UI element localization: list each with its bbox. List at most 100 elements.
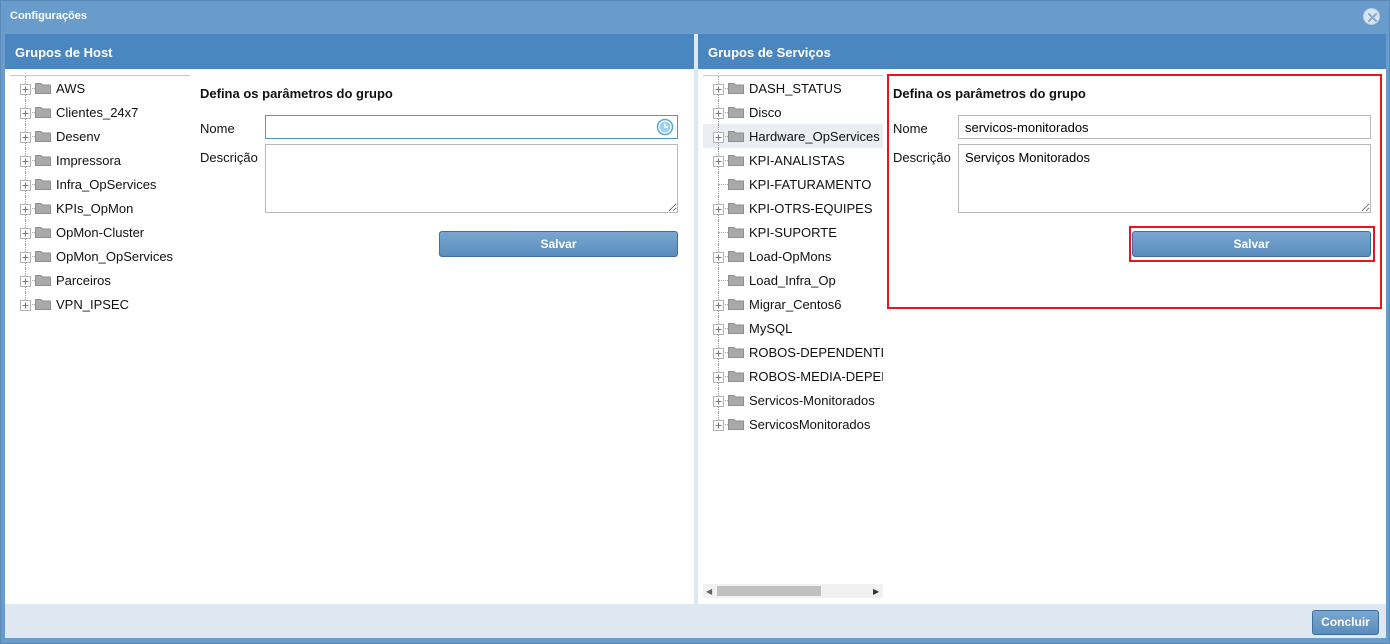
- tree-item[interactable]: Infra_OpServices: [10, 172, 190, 196]
- description-field[interactable]: [265, 144, 678, 213]
- folder-icon: [728, 250, 744, 262]
- expand-plus-icon[interactable]: [713, 395, 724, 407]
- scroll-right-icon[interactable]: ▶: [873, 587, 879, 596]
- tree-item[interactable]: Servicos-Monitorados: [703, 388, 883, 412]
- close-icon[interactable]: [1363, 8, 1380, 25]
- folder-icon: [728, 130, 744, 142]
- tree-item[interactable]: OpMon-Cluster: [10, 220, 190, 244]
- folder-icon: [35, 154, 51, 166]
- tree-item[interactable]: Load-OpMons: [703, 244, 883, 268]
- tree-item[interactable]: Disco: [703, 100, 883, 124]
- tree-item[interactable]: ServicosMonitorados: [703, 412, 883, 436]
- folder-icon: [728, 82, 744, 94]
- tree-item[interactable]: Desenv: [10, 124, 190, 148]
- service-groups-title: Grupos de Serviços: [708, 45, 831, 60]
- window-title: Configurações: [10, 10, 88, 22]
- expand-plus-icon[interactable]: [20, 107, 31, 119]
- save-button[interactable]: Salvar: [439, 231, 678, 257]
- tree-item-label: KPI-OTRS-EQUIPES: [749, 201, 873, 216]
- tree-item-label: Servicos-Monitorados: [749, 393, 875, 408]
- tree-item[interactable]: Migrar_Centos6: [703, 292, 883, 316]
- tree-item[interactable]: Parceiros: [10, 268, 190, 292]
- folder-icon: [728, 394, 744, 406]
- tree-horizontal-scrollbar[interactable]: ◀ ▶: [703, 584, 883, 598]
- host-groups-title: Grupos de Host: [15, 45, 113, 60]
- folder-icon: [728, 226, 744, 238]
- form-highlight-box: [887, 74, 1382, 309]
- expand-plus-icon[interactable]: [713, 251, 724, 263]
- scrollbar-thumb[interactable]: [717, 586, 821, 596]
- window-titlebar: Configurações: [1, 1, 1390, 31]
- service-groups-tree: DASH_STATUS Disco Hardware_OpServices KPI-A…: [703, 75, 883, 595]
- tree-item-label: Load-OpMons: [749, 249, 832, 264]
- expand-plus-icon[interactable]: [713, 371, 724, 383]
- window-body: Grupos de Host AWS Clientes_24x7 Desenv Imp…: [5, 34, 1386, 638]
- expand-plus-icon[interactable]: [20, 203, 31, 215]
- expand-plus-icon[interactable]: [20, 83, 31, 95]
- host-groups-header: Grupos de Host: [5, 34, 694, 69]
- scroll-left-icon[interactable]: ◀: [706, 587, 712, 596]
- expand-plus-icon[interactable]: [20, 179, 31, 191]
- expand-plus-icon[interactable]: [20, 227, 31, 239]
- tree-item-label: Impressora: [56, 153, 122, 168]
- tree-item[interactable]: Clientes_24x7: [10, 100, 190, 124]
- tree-item-label: ROBOS-DEPENDENTI: [749, 345, 883, 360]
- expand-plus-icon[interactable]: [20, 155, 31, 167]
- expand-plus-icon[interactable]: [713, 131, 724, 143]
- folder-icon: [728, 298, 744, 310]
- tree-item[interactable]: KPI-OTRS-EQUIPES: [703, 196, 883, 220]
- tree-item[interactable]: ROBOS-DEPENDENTI: [703, 340, 883, 364]
- tree-item-label: Load_Infra_Op: [749, 273, 836, 288]
- dialog-footer: Concluir: [5, 604, 1386, 638]
- tree-item[interactable]: ROBOS-MEDIA-DEPEI: [703, 364, 883, 388]
- tree-item-label: KPI-SUPORTE: [749, 225, 837, 240]
- tree-item-label: Desenv: [56, 129, 101, 144]
- tree-item[interactable]: Impressora: [10, 148, 190, 172]
- expand-plus-icon[interactable]: [713, 299, 724, 311]
- folder-icon: [728, 202, 744, 214]
- folder-icon: [728, 346, 744, 358]
- folder-icon: [35, 106, 51, 118]
- conclude-button[interactable]: Concluir: [1312, 610, 1379, 635]
- tree-item-label: VPN_IPSEC: [56, 297, 129, 312]
- tree-item[interactable]: Load_Infra_Op: [703, 268, 883, 292]
- description-label: Descrição: [200, 150, 258, 165]
- folder-icon: [728, 322, 744, 334]
- folder-icon: [35, 130, 51, 142]
- expand-plus-icon[interactable]: [713, 155, 724, 167]
- expand-plus-icon[interactable]: [713, 419, 724, 431]
- tree-item-label: Hardware_OpServices: [749, 129, 880, 144]
- name-input[interactable]: [265, 115, 678, 139]
- tree-item[interactable]: KPIs_OpMon: [10, 196, 190, 220]
- tree-item[interactable]: AWS: [10, 76, 190, 100]
- tree-item[interactable]: MySQL: [703, 316, 883, 340]
- expand-plus-icon[interactable]: [713, 107, 724, 119]
- expand-plus-icon[interactable]: [20, 299, 31, 311]
- tree-item[interactable]: VPN_IPSEC: [10, 292, 190, 316]
- expand-plus-icon[interactable]: [713, 83, 724, 95]
- tree-item[interactable]: OpMon_OpServices: [10, 244, 190, 268]
- tree-item[interactable]: KPI-ANALISTAS: [703, 148, 883, 172]
- tree-item[interactable]: KPI-SUPORTE: [703, 220, 883, 244]
- tree-item[interactable]: Hardware_OpServices: [703, 124, 883, 148]
- form-title: Defina os parâmetros do grupo: [200, 86, 393, 101]
- expand-plus-icon[interactable]: [713, 203, 724, 215]
- expand-plus-icon[interactable]: [20, 275, 31, 287]
- expand-plus-icon[interactable]: [20, 131, 31, 143]
- expand-plus-icon[interactable]: [713, 347, 724, 359]
- clock-icon[interactable]: [656, 118, 674, 136]
- folder-icon: [35, 274, 51, 286]
- host-groups-tree: AWS Clientes_24x7 Desenv Impressora Infra_Op…: [10, 75, 190, 316]
- tree-item-label: Infra_OpServices: [56, 177, 157, 192]
- folder-icon: [728, 178, 744, 190]
- tree-item-label: KPIs_OpMon: [56, 201, 134, 216]
- tree-item-label: Disco: [749, 105, 782, 120]
- expand-plus-icon[interactable]: [20, 251, 31, 263]
- tree-item[interactable]: KPI-FATURAMENTO: [703, 172, 883, 196]
- expand-plus-icon[interactable]: [713, 323, 724, 335]
- folder-icon: [35, 226, 51, 238]
- tree-item[interactable]: DASH_STATUS: [703, 76, 883, 100]
- tree-item-label: DASH_STATUS: [749, 81, 842, 96]
- folder-icon: [35, 250, 51, 262]
- tree-item-label: KPI-ANALISTAS: [749, 153, 845, 168]
